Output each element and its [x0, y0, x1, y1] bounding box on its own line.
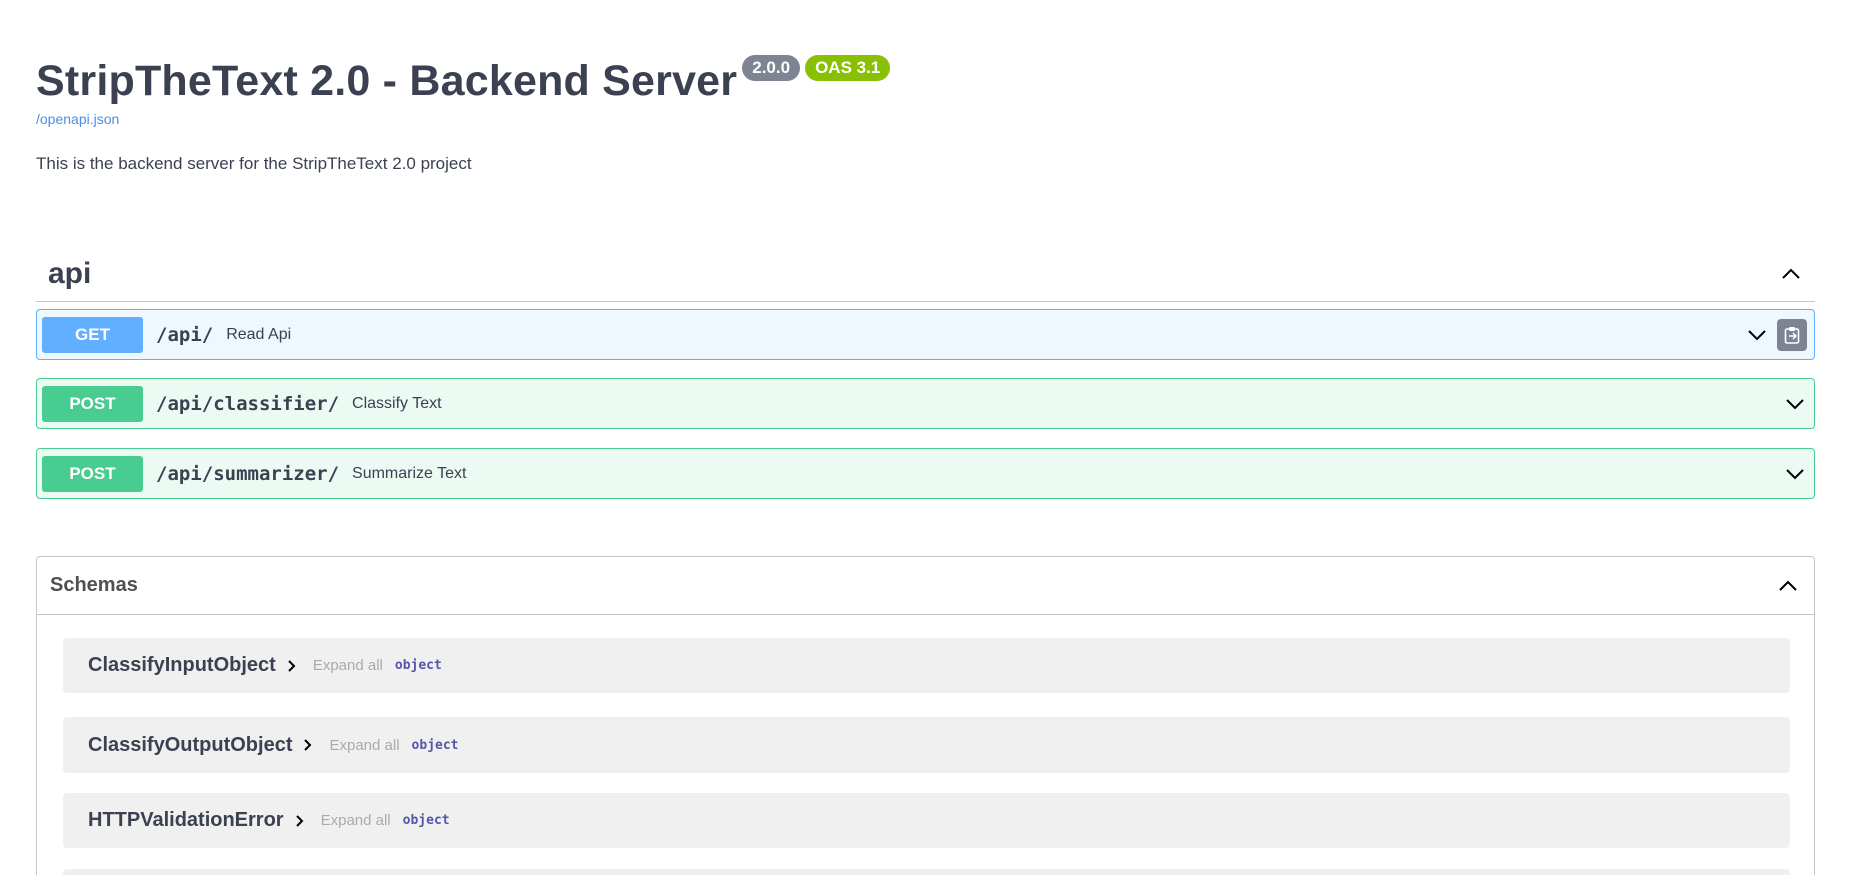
chevron-right-icon[interactable] — [301, 738, 315, 752]
schema-item[interactable]: ClassifyInputObject Expand all object — [63, 638, 1790, 693]
chevron-up-icon[interactable] — [1779, 262, 1803, 286]
operation-get-api[interactable]: GET /api/ Read Api — [36, 309, 1815, 360]
method-badge: POST — [42, 385, 143, 422]
version-badge: 2.0.0 — [742, 55, 801, 81]
expand-all-toggle[interactable]: Expand all — [321, 812, 391, 829]
schema-item[interactable]: ClassifyOutputObject Expand all object — [63, 717, 1790, 773]
operation-summary: Read Api — [226, 325, 292, 343]
schema-type: object — [394, 658, 442, 673]
operation-path: /api/classifier/ — [156, 392, 340, 415]
page-title: StripTheText 2.0 - Backend Server — [36, 57, 738, 105]
schema-name[interactable]: ClassifyOutputObject — [88, 734, 292, 757]
operation-controls — [1783, 462, 1809, 486]
schema-type: object — [402, 813, 450, 828]
schema-name[interactable]: ClassifyInputObject — [88, 654, 276, 677]
api-description: This is the backend server for the Strip… — [36, 154, 472, 173]
openapi-json-link[interactable]: /openapi.json — [36, 111, 890, 127]
schema-name[interactable]: HTTPValidationError — [88, 809, 284, 832]
expand-all-toggle[interactable]: Expand all — [313, 657, 383, 674]
operation-path: /api/summarizer/ — [156, 462, 340, 485]
schema-item-partial[interactable] — [63, 869, 1790, 875]
chevron-down-icon[interactable] — [1783, 392, 1807, 416]
operation-post-summarizer[interactable]: POST /api/summarizer/ Summarize Text — [36, 448, 1815, 499]
tag-section-api: api — [36, 246, 1815, 302]
title-row: StripTheText 2.0 - Backend Server 2.0.0 … — [36, 52, 891, 110]
copy-to-clipboard-button[interactable] — [1777, 318, 1807, 351]
operation-summary: Classify Text — [352, 394, 442, 412]
schema-item[interactable]: HTTPValidationError Expand all object — [63, 793, 1790, 848]
operation-controls — [1783, 392, 1809, 416]
method-badge: POST — [42, 455, 143, 492]
chevron-down-icon[interactable] — [1745, 323, 1769, 347]
operation-summary: Summarize Text — [352, 464, 467, 482]
operation-controls — [1745, 318, 1809, 351]
chevron-right-icon[interactable] — [285, 659, 299, 673]
tag-header-api[interactable]: api — [36, 246, 1815, 302]
operation-path: /api/ — [156, 323, 214, 346]
operation-post-classifier[interactable]: POST /api/classifier/ Classify Text — [36, 378, 1815, 429]
schemas-title: Schemas — [50, 574, 138, 596]
chevron-up-icon[interactable] — [1776, 574, 1800, 598]
schemas-header[interactable]: Schemas — [37, 557, 1814, 615]
chevron-down-icon[interactable] — [1783, 462, 1807, 486]
tag-name: api — [48, 256, 92, 290]
schema-type: object — [411, 737, 459, 753]
schemas-section: Schemas ClassifyInputObject Expand all o… — [36, 556, 1815, 875]
clipboard-icon — [1784, 326, 1800, 344]
api-info: StripTheText 2.0 - Backend Server 2.0.0 … — [36, 52, 891, 174]
expand-all-toggle[interactable]: Expand all — [329, 737, 399, 754]
oas-badge: OAS 3.1 — [805, 55, 891, 81]
method-badge: GET — [42, 316, 143, 353]
chevron-right-icon[interactable] — [293, 814, 307, 828]
